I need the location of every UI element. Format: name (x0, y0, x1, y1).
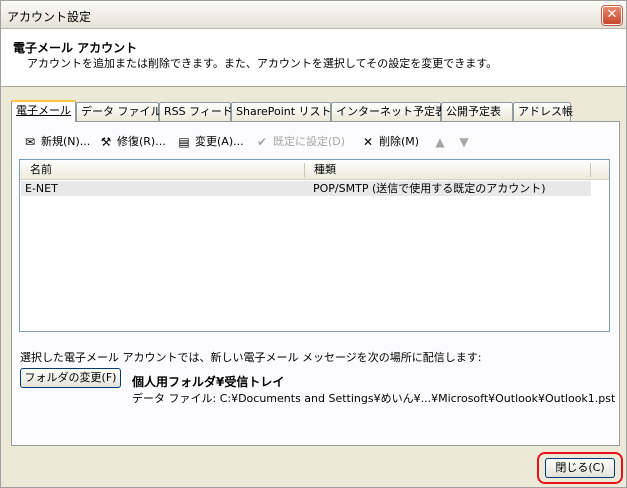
header-title: 電子メール アカウント (13, 41, 138, 55)
close-dialog-button[interactable]: 閉じる(C) (545, 458, 615, 478)
window-title: アカウント設定 (7, 10, 92, 24)
account-name: E-NET (25, 182, 58, 195)
tab-address-books[interactable]: アドレス帳 (513, 102, 573, 121)
account-toolbar: ✉ 新規(N)... ⚒ 修復(R)... ▤ 変更(A)... ✔ 既定に設定… (20, 132, 600, 152)
move-down-button[interactable]: ▼ (456, 132, 472, 152)
arrow-up-icon: ▲ (435, 135, 445, 149)
delete-button[interactable]: ✕ 削除(M) (360, 132, 419, 152)
header: 電子メール アカウント アカウントを追加または削除できます。また、アカウントを選… (1, 29, 626, 87)
arrow-down-icon: ▼ (459, 135, 469, 149)
new-account-icon: ✉ (24, 135, 36, 149)
tab-strip: 電子メール データ ファイル RSS フィード SharePoint リスト イ… (11, 100, 573, 122)
change-folder-button[interactable]: フォルダの変更(F) (20, 368, 121, 388)
column-separator[interactable] (304, 163, 305, 177)
change-settings-icon: ▤ (178, 135, 190, 149)
tab-data-files[interactable]: データ ファイル (76, 102, 162, 121)
close-icon[interactable]: ✕ (601, 5, 623, 26)
list-header: 名前 種類 (20, 160, 609, 180)
email-tab-panel: ✉ 新規(N)... ⚒ 修復(R)... ▤ 変更(A)... ✔ 既定に設定… (11, 121, 620, 446)
delete-x-icon: ✕ (362, 135, 374, 149)
move-up-button[interactable]: ▲ (432, 132, 448, 152)
header-description: アカウントを追加または削除できます。また、アカウントを選択してその設定を変更でき… (27, 57, 498, 70)
account-row[interactable]: E-NET POP/SMTP (送信で使用する既定のアカウント) (21, 181, 591, 196)
account-settings-window: アカウント設定 ✕ 電子メール アカウント アカウントを追加または削除できます。… (0, 0, 627, 488)
column-header-type[interactable]: 種類 (314, 160, 336, 180)
title-bar: アカウント設定 ✕ (1, 1, 626, 29)
checkmark-icon: ✔ (256, 135, 268, 149)
close-button-highlight: 閉じる(C) (537, 452, 623, 484)
new-account-button[interactable]: ✉ 新規(N)... (22, 132, 90, 152)
repair-button[interactable]: ⚒ 修復(R)... (98, 132, 166, 152)
delivery-folder-name: 個人用フォルダ¥受信トレイ (132, 375, 285, 389)
delivery-description: 選択した電子メール アカウントでは、新しい電子メール メッセージを次の場所に配信… (20, 351, 482, 364)
data-file-path: データ ファイル: C:¥Documents and Settings¥めいん¥… (132, 392, 616, 405)
account-list: 名前 種類 E-NET POP/SMTP (送信で使用する既定のアカウント) (19, 159, 610, 332)
column-separator[interactable] (590, 163, 591, 177)
wrench-icon: ⚒ (100, 135, 112, 149)
tab-email[interactable]: 電子メール (11, 100, 76, 122)
tab-rss-feeds[interactable]: RSS フィード (159, 102, 233, 121)
column-header-name[interactable]: 名前 (30, 160, 52, 180)
change-button[interactable]: ▤ 変更(A)... (176, 132, 243, 152)
tab-internet-calendars[interactable]: インターネット予定表 (331, 102, 446, 121)
account-type: POP/SMTP (送信で使用する既定のアカウント) (313, 182, 546, 195)
set-default-button[interactable]: ✔ 既定に設定(D) (254, 132, 345, 152)
tab-sharepoint-lists[interactable]: SharePoint リスト (231, 102, 332, 121)
tab-published-calendars[interactable]: 公開予定表 (441, 102, 513, 121)
